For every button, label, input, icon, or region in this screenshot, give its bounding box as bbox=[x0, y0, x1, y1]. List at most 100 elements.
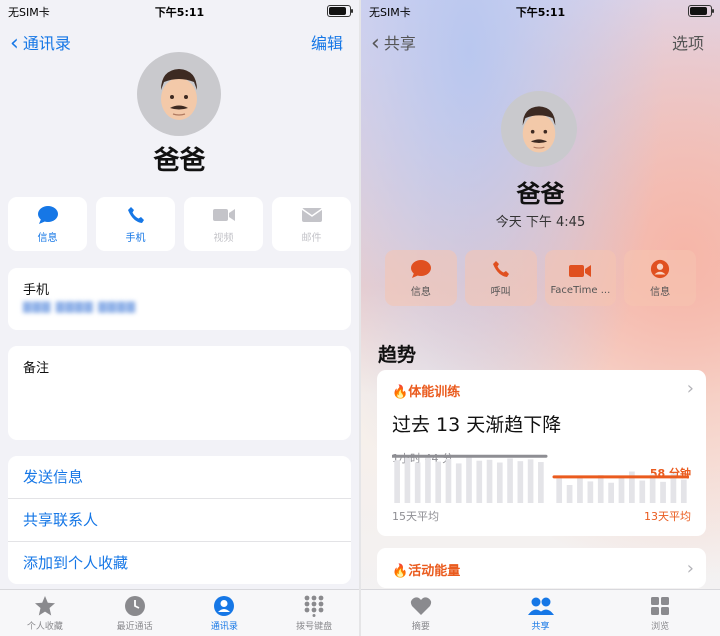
last-updated: 今天 下午 4:45 bbox=[495, 215, 586, 230]
back-label: 通讯录 bbox=[22, 34, 71, 53]
action-row: 信息 呼叫 FaceTime ... 信息 bbox=[385, 250, 696, 306]
past-day-bar bbox=[486, 459, 493, 503]
tab-favorites[interactable]: 个人收藏 bbox=[0, 590, 90, 636]
past-day-bar bbox=[527, 459, 534, 503]
facetime-label: FaceTime ... bbox=[550, 285, 611, 296]
recent-day-bar bbox=[639, 480, 646, 503]
flame-icon: 🔥 bbox=[392, 385, 409, 400]
past-day-bar bbox=[435, 461, 442, 503]
message-button[interactable]: 信息 bbox=[385, 250, 457, 306]
grid-icon bbox=[650, 595, 670, 617]
trend-category: 🔥体能训练 bbox=[392, 385, 461, 400]
facetime-button[interactable]: FaceTime ... bbox=[544, 250, 617, 306]
contacts-screen: 无SIM卡 下午5:11 ‹ 通讯录 编辑 爸爸 信息 手机 视频 邮件 手机 … bbox=[0, 0, 359, 636]
phone-label: 手机 bbox=[125, 233, 146, 244]
message-label: 信息 bbox=[410, 287, 431, 298]
past-day-bar bbox=[404, 458, 411, 503]
past-day-bar bbox=[455, 463, 462, 503]
message-icon bbox=[37, 204, 59, 226]
tab-summary[interactable]: 摘要 bbox=[361, 590, 481, 636]
phone-button[interactable]: 手机 bbox=[96, 197, 175, 251]
status-bar: 无SIM卡 下午5:11 bbox=[0, 0, 359, 22]
contact-name: 爸爸 bbox=[153, 146, 206, 176]
action-row: 信息 手机 视频 邮件 bbox=[8, 197, 351, 251]
recent-day-bar bbox=[680, 479, 687, 503]
recent-day-bar bbox=[649, 474, 656, 503]
battery-icon bbox=[327, 5, 353, 17]
battery-icon bbox=[688, 5, 714, 17]
call-button[interactable]: 呼叫 bbox=[464, 250, 537, 306]
tab-label: 拨号键盘 bbox=[296, 621, 333, 632]
tab-label: 最近通话 bbox=[116, 621, 153, 632]
contact-info-button[interactable]: 信息 bbox=[624, 250, 696, 306]
tab-label: 浏览 bbox=[651, 621, 670, 632]
avg13-label: 13天平均 bbox=[644, 510, 691, 523]
clock-icon bbox=[124, 595, 146, 617]
tab-keypad[interactable]: 拨号键盘 bbox=[269, 590, 359, 636]
actions-list: 发送信息 共享联系人 添加到个人收藏 bbox=[8, 456, 351, 584]
mail-label: 邮件 bbox=[301, 233, 322, 244]
contact-name: 爸爸 bbox=[516, 180, 565, 208]
chevron-right-icon: › bbox=[686, 378, 694, 399]
energy-trend-card[interactable]: 🔥活动能量 › bbox=[377, 548, 706, 588]
phone-icon bbox=[127, 204, 145, 226]
past-day-bar bbox=[425, 455, 431, 503]
phone-icon bbox=[492, 258, 510, 280]
share-contact-link[interactable]: 共享联系人 bbox=[8, 499, 351, 542]
back-button[interactable]: ‹ 共享 bbox=[371, 30, 416, 56]
contact-info-label: 信息 bbox=[650, 287, 671, 298]
recent-day-bar bbox=[660, 481, 666, 503]
tab-label: 通讯录 bbox=[210, 621, 238, 632]
tab-contacts[interactable]: 通讯录 bbox=[180, 590, 270, 636]
chevron-left-icon: ‹ bbox=[371, 31, 380, 56]
status-time: 下午5:11 bbox=[515, 6, 566, 19]
recent-day-bar bbox=[566, 485, 573, 503]
phone-number-card[interactable]: 手机 ▇▇▇ ▇▇▇▇ ▇▇▇▇ bbox=[8, 268, 351, 330]
tab-label: 共享 bbox=[531, 621, 550, 632]
person-circle-icon bbox=[650, 258, 670, 280]
tab-browse[interactable]: 浏览 bbox=[600, 590, 720, 636]
edit-button[interactable]: 编辑 bbox=[311, 30, 343, 54]
message-label: 信息 bbox=[37, 233, 58, 244]
heart-icon bbox=[410, 595, 432, 617]
video-icon bbox=[568, 260, 592, 282]
recent-day-bar bbox=[577, 476, 583, 503]
send-message-link[interactable]: 发送信息 bbox=[8, 456, 351, 499]
flame-icon: 🔥 bbox=[392, 564, 409, 579]
avg15-label: 15天平均 bbox=[392, 510, 439, 523]
star-icon bbox=[34, 595, 56, 617]
past-day-bar bbox=[517, 461, 524, 503]
past-day-bar bbox=[445, 458, 452, 503]
status-bar: 无SIM卡 下午5:11 bbox=[361, 0, 720, 22]
person-icon bbox=[213, 595, 235, 617]
video-icon bbox=[212, 204, 236, 226]
past-day-bar bbox=[496, 462, 503, 503]
avatar bbox=[501, 91, 577, 167]
chevron-right-icon: › bbox=[686, 558, 694, 579]
mail-icon bbox=[301, 204, 323, 226]
recent-day-bar bbox=[556, 478, 563, 503]
man-face-icon bbox=[161, 69, 197, 120]
keypad-icon bbox=[303, 595, 325, 617]
past-day-bar bbox=[414, 462, 421, 503]
avatar bbox=[137, 52, 221, 136]
tab-sharing[interactable]: 共享 bbox=[481, 590, 601, 636]
phone-field-label: 手机 bbox=[23, 283, 50, 298]
tab-recents[interactable]: 最近通话 bbox=[90, 590, 180, 636]
options-button[interactable]: 选项 bbox=[672, 30, 704, 54]
add-to-favorites-link[interactable]: 添加到个人收藏 bbox=[8, 542, 351, 584]
video-button[interactable]: 视频 bbox=[184, 197, 263, 251]
video-label: 视频 bbox=[213, 233, 234, 244]
notes-card[interactable]: 备注 bbox=[8, 346, 351, 440]
workout-trend-card[interactable]: 🔥体能训练 › 过去 13 天渐趋下降 1小时 44 分 58 分钟 15天平均… bbox=[377, 370, 706, 536]
tab-bar: 个人收藏 最近通话 通讯录 拨号键盘 bbox=[0, 589, 359, 636]
past-day-bar bbox=[507, 458, 513, 503]
trend-bar-chart bbox=[392, 454, 689, 503]
message-button[interactable]: 信息 bbox=[8, 197, 87, 251]
trends-heading: 趋势 bbox=[378, 344, 417, 366]
notes-field-label: 备注 bbox=[23, 361, 50, 376]
back-button[interactable]: ‹ 通讯录 bbox=[10, 30, 71, 56]
recent-day-bar bbox=[608, 482, 614, 503]
man-face-icon bbox=[522, 106, 556, 153]
mail-button[interactable]: 邮件 bbox=[272, 197, 351, 251]
